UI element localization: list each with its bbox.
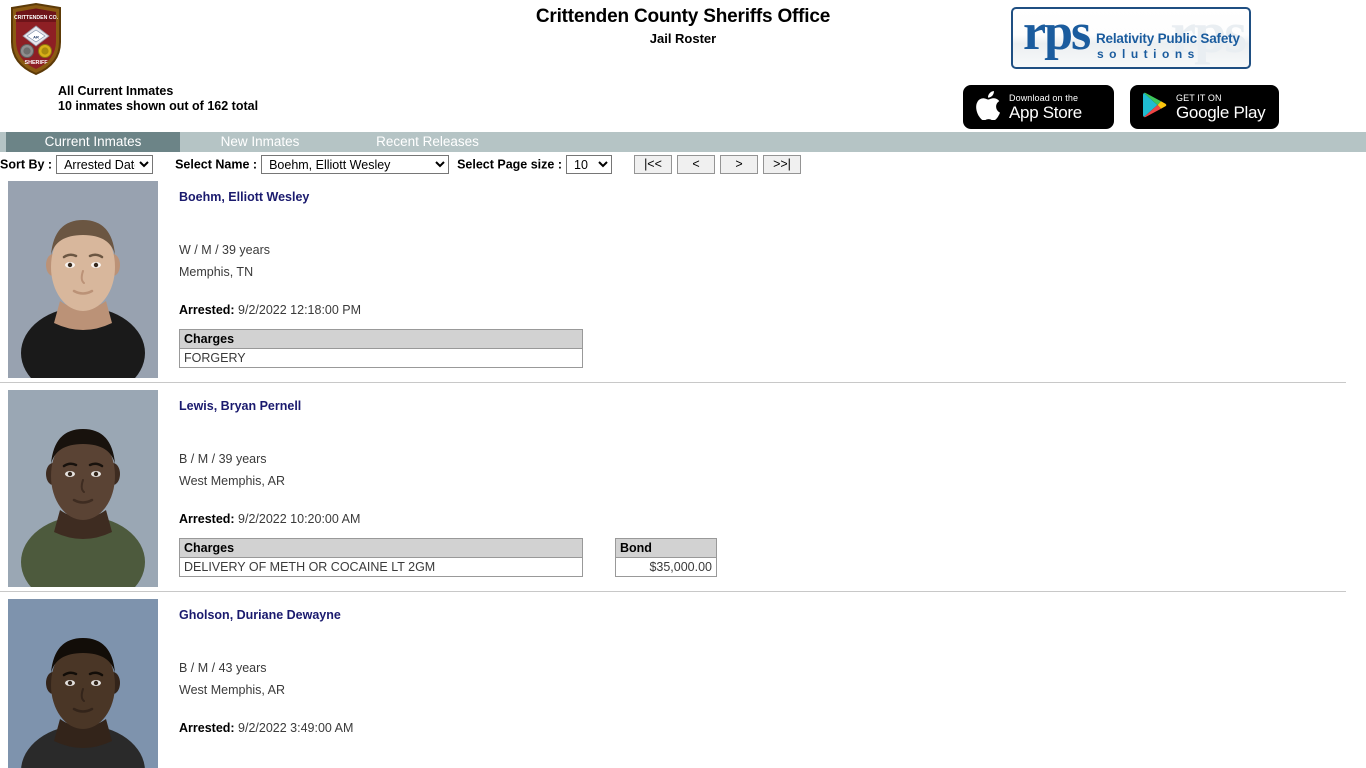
roster-summary: All Current Inmates 10 inmates shown out…: [58, 84, 258, 114]
inmate-tables-row: Charges FORGERY: [179, 329, 1366, 368]
roster-tabbar: Current Inmates New Inmates Recent Relea…: [0, 132, 1366, 152]
app-store-big-label: App Store: [1009, 102, 1082, 122]
sort-by-select[interactable]: Arrested Date: [56, 155, 154, 174]
inmate-row-separator: [0, 382, 1346, 383]
inmate-name-link[interactable]: Gholson, Duriane Dewayne: [179, 608, 341, 622]
inmate-row: Gholson, Duriane Dewayne B / M / 43 years…: [0, 596, 1366, 768]
app-store-small-label: Download on the: [1009, 92, 1079, 103]
app-store-badge[interactable]: Download on the App Store: [963, 85, 1114, 129]
arrested-label: Arrested:: [179, 721, 235, 735]
inmate-name-link[interactable]: Boehm, Elliott Wesley: [179, 190, 309, 204]
arrested-label: Arrested:: [179, 512, 235, 526]
pager-next-button[interactable]: >: [720, 155, 758, 174]
pager-prev-button[interactable]: <: [677, 155, 715, 174]
inmate-name-link[interactable]: Lewis, Bryan Pernell: [179, 399, 301, 413]
bond-table: Bond $35,000.00: [615, 538, 717, 577]
inmate-demographics: B / M / 39 years West Memphis, AR: [179, 448, 1366, 492]
inmate-roster-list: Boehm, Elliott Wesley W / M / 39 years Mem…: [0, 178, 1366, 768]
summary-line-scope: All Current Inmates: [58, 84, 174, 98]
svg-text:AR: AR: [33, 35, 39, 40]
tab-new-inmates[interactable]: New Inmates: [195, 132, 325, 152]
google-play-small-label: GET IT ON: [1176, 92, 1222, 103]
rps-wordmark: rps: [1023, 7, 1091, 61]
sort-by-label: Sort By :: [0, 157, 53, 172]
arrested-value: 9/2/2022 10:20:00 AM: [234, 512, 361, 526]
inmate-race-sex-age: W / M / 39 years: [179, 243, 270, 257]
sheriff-badge-logo: CRITTENDEN CO. AR SHERIFF: [8, 2, 64, 76]
google-play-badge[interactable]: GET IT ON Google Play: [1130, 85, 1279, 129]
pager-first-button[interactable]: |<<: [634, 155, 672, 174]
inmate-mugshot[interactable]: [8, 599, 158, 768]
charges-table: Charges DELIVERY OF METH OR COCAINE LT 2G…: [179, 538, 583, 577]
page-size-label: Select Page size :: [457, 157, 562, 172]
select-name-label: Select Name :: [175, 157, 258, 172]
charge-description: DELIVERY OF METH OR COCAINE LT 2GM: [179, 557, 583, 577]
inmate-city-state: Memphis, TN: [179, 265, 254, 279]
google-play-icon: [1142, 91, 1168, 124]
tab-recent-releases-label: Recent Releases: [376, 134, 479, 149]
svg-text:CRITTENDEN CO.: CRITTENDEN CO.: [14, 15, 59, 21]
summary-line-count: 10 inmates shown out of 162 total: [58, 99, 259, 113]
inmate-race-sex-age: B / M / 39 years: [179, 452, 267, 466]
inmate-details: Gholson, Duriane Dewayne B / M / 43 years…: [179, 599, 1366, 735]
tab-current-inmates-label: Current Inmates: [44, 134, 142, 149]
pager-last-button[interactable]: >>|: [763, 155, 801, 174]
select-name-select[interactable]: Boehm, Elliott Wesley: [261, 155, 450, 174]
inmate-city-state: West Memphis, AR: [179, 683, 286, 697]
inmate-mugshot[interactable]: [8, 390, 158, 587]
google-play-big-label: Google Play: [1176, 102, 1266, 122]
svg-text:SHERIFF: SHERIFF: [24, 60, 48, 66]
inmate-details: Boehm, Elliott Wesley W / M / 39 years Mem…: [179, 181, 1366, 368]
arrested-label: Arrested:: [179, 303, 235, 317]
inmate-race-sex-age: B / M / 43 years: [179, 661, 267, 675]
inmate-row-separator: [0, 591, 1346, 592]
inmate-arrested-line: Arrested: 9/2/2022 3:49:00 AM: [179, 721, 1366, 735]
inmate-city-state: West Memphis, AR: [179, 474, 286, 488]
roster-controls: Sort By : Arrested Date Select Name : Bo…: [0, 152, 1366, 178]
charges-column-header: Charges: [179, 329, 583, 349]
inmate-tables-row: Charges DELIVERY OF METH OR COCAINE LT 2G…: [179, 538, 1366, 577]
tab-current-inmates[interactable]: Current Inmates: [6, 132, 180, 152]
charges-column-header: Charges: [179, 538, 583, 558]
inmate-demographics: W / M / 39 years Memphis, TN: [179, 239, 1366, 283]
arrested-value: 9/2/2022 12:18:00 PM: [234, 303, 362, 317]
bond-amount: $35,000.00: [615, 557, 717, 577]
inmate-mugshot[interactable]: [8, 181, 158, 378]
inmate-row: Lewis, Bryan Pernell B / M / 39 years West…: [0, 387, 1366, 587]
inmate-arrested-line: Arrested: 9/2/2022 12:18:00 PM: [179, 303, 1366, 317]
page-size-select[interactable]: 10: [566, 155, 612, 174]
apple-icon: [975, 90, 1001, 125]
rps-tagline-primary: Relativity Public Safety: [1096, 31, 1240, 46]
charges-table: Charges FORGERY: [179, 329, 583, 368]
rps-tagline-secondary: solutions: [1097, 47, 1200, 61]
bond-row: $35,000.00: [615, 557, 717, 577]
charge-description: FORGERY: [179, 348, 583, 368]
inmate-row: Boehm, Elliott Wesley W / M / 39 years Mem…: [0, 178, 1366, 378]
rps-logo[interactable]: rps rps Relativity Public Safety solutio…: [1011, 7, 1251, 69]
inmate-details: Lewis, Bryan Pernell B / M / 39 years West…: [179, 390, 1366, 577]
tab-new-inmates-label: New Inmates: [220, 134, 300, 149]
charge-row: DELIVERY OF METH OR COCAINE LT 2GM: [179, 557, 583, 577]
bond-column-header: Bond: [615, 538, 717, 558]
arrested-value: 9/2/2022 3:49:00 AM: [234, 721, 354, 735]
page-header: CRITTENDEN CO. AR SHERIFF Crittenden Cou…: [0, 0, 1366, 132]
charge-row: FORGERY: [179, 348, 583, 368]
inmate-demographics: B / M / 43 years West Memphis, AR: [179, 657, 1366, 701]
tab-recent-releases[interactable]: Recent Releases: [355, 132, 500, 152]
inmate-arrested-line: Arrested: 9/2/2022 10:20:00 AM: [179, 512, 1366, 526]
